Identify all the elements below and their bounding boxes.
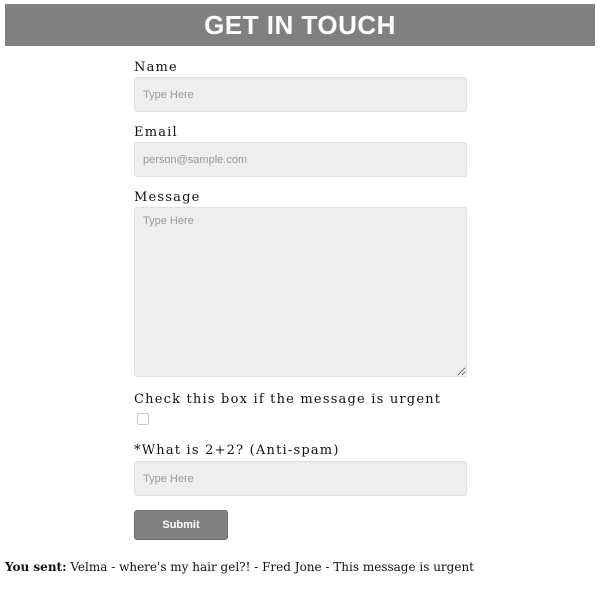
email-input[interactable]	[134, 142, 467, 177]
urgent-checkbox[interactable]	[137, 413, 149, 425]
email-label: Email	[134, 125, 178, 140]
page-title: GET IN TOUCH	[204, 9, 396, 40]
page-header: GET IN TOUCH	[5, 4, 595, 46]
message-textarea[interactable]	[134, 207, 467, 377]
name-input[interactable]	[134, 77, 467, 112]
sent-label: You sent:	[5, 560, 67, 574]
sent-text: Velma - where's my hair gel?! - Fred Jon…	[70, 560, 475, 574]
antispam-label: *What is 2+2? (Anti-spam)	[134, 443, 340, 458]
urgent-label: Check this box if the message is urgent	[134, 392, 442, 407]
name-label: Name	[134, 60, 178, 75]
sent-message: You sent: Velma - where's my hair gel?! …	[5, 560, 474, 574]
message-label: Message	[134, 190, 201, 205]
antispam-input[interactable]	[134, 461, 467, 496]
submit-button[interactable]: Submit	[134, 510, 228, 540]
